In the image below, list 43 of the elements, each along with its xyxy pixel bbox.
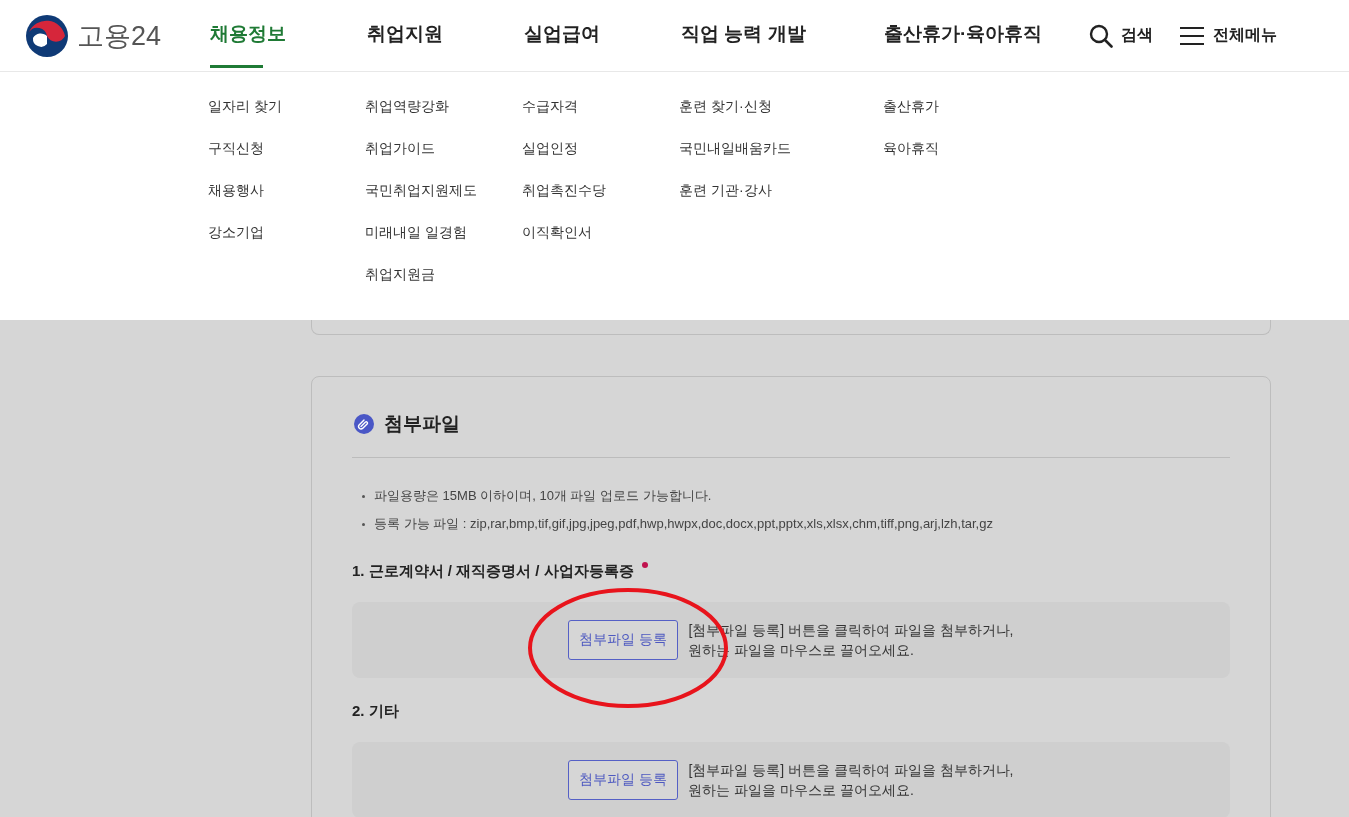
menu-link[interactable]: 육아휴직	[883, 138, 1040, 158]
search-link[interactable]: 검색	[1089, 23, 1153, 48]
all-menu-label: 전체메뉴	[1213, 25, 1277, 45]
menu-link[interactable]: 취업지원금	[365, 264, 522, 284]
menu-link[interactable]: 국민내일배움카드	[679, 138, 883, 158]
subsection-title: 2. 기타	[352, 701, 399, 721]
bullet-icon	[362, 522, 365, 526]
note-text: 파일용량은 15MB 이하이며, 10개 파일 업로드 가능합니다.	[374, 487, 712, 505]
nav-tab[interactable]: 취업지원	[367, 0, 524, 71]
file-drop-zone[interactable]: 첨부파일 등록 [첨부파일 등록] 버튼을 클릭하여 파일을 첨부하거나, 원하는 파일을 마우스로 끌어오세요.	[352, 742, 1230, 817]
menu-link[interactable]: 미래내일 일경험	[365, 222, 522, 242]
attach-file-button[interactable]: 첨부파일 등록	[568, 620, 679, 660]
hint-text: [첨부파일 등록] 버튼을 클릭하여 파일을 첨부하거나,	[688, 761, 1014, 780]
search-label: 검색	[1121, 25, 1153, 45]
menu-icon	[1179, 25, 1205, 46]
logo-text[interactable]: 고용24	[77, 17, 162, 54]
menu-link[interactable]: 일자리 찾기	[208, 96, 365, 116]
nav-tab[interactable]: 실업급여	[524, 0, 681, 71]
menu-link[interactable]: 출산휴가	[883, 96, 1040, 116]
hint-text: 원하는 파일을 마우스로 끌어오세요.	[688, 781, 915, 800]
menu-link[interactable]: 채용행사	[208, 180, 365, 200]
bullet-icon	[362, 494, 365, 498]
menu-link[interactable]: 강소기업	[208, 222, 365, 242]
section-title: 첨부파일	[384, 412, 460, 436]
menu-link[interactable]: 취업가이드	[365, 138, 522, 158]
menu-link[interactable]: 훈련 찾기·신청	[679, 96, 883, 116]
attach-file-button[interactable]: 첨부파일 등록	[568, 760, 679, 800]
nav-tab[interactable]: 출산휴가·육아휴직	[884, 0, 1079, 71]
paperclip-icon	[354, 414, 374, 434]
search-icon	[1089, 23, 1113, 48]
nav-tab[interactable]: 직업 능력 개발	[681, 0, 884, 71]
note-text: 등록 가능 파일 : zip,rar,bmp,tif,gif,jpg,jpeg,pdf,hwp,hwpx,doc,docx,ppt,pptx,xls,xlsx,chm,tiff,png,arj,lzh,tar,gz	[374, 515, 993, 533]
menu-link[interactable]: 국민취업지원제도	[365, 180, 522, 200]
menu-link[interactable]: 실업인정	[522, 138, 679, 158]
menu-link[interactable]: 취업촉진수당	[522, 180, 679, 200]
all-menu-link[interactable]: 전체메뉴	[1179, 23, 1277, 48]
subsection-title: 1. 근로계약서 / 재직증명서 / 사업자등록증	[352, 561, 634, 581]
menu-link[interactable]: 구직신청	[208, 138, 365, 158]
menu-link[interactable]: 이직확인서	[522, 222, 679, 242]
menu-link[interactable]: 수급자격	[522, 96, 679, 116]
menu-link[interactable]: 취업역량강화	[365, 96, 522, 116]
logo-icon	[25, 13, 69, 58]
menu-link[interactable]: 훈련 기관·강사	[679, 180, 883, 200]
